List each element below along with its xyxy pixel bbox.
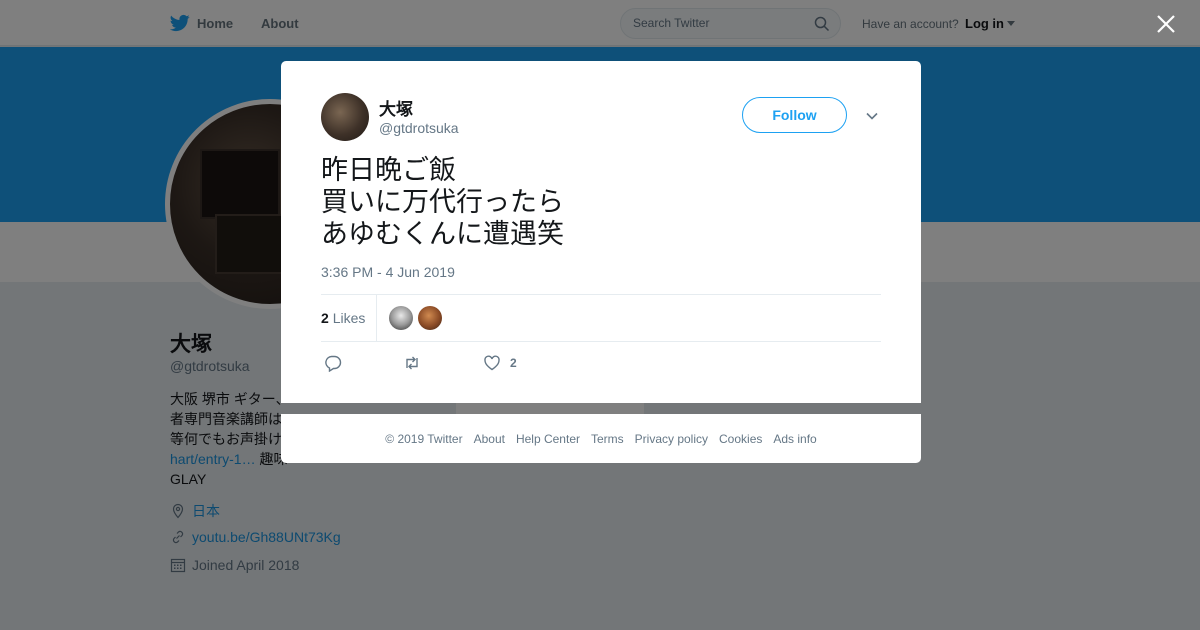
tweet-text: 昨日晩ご飯 買いに万代行ったら あゆむくんに遭遇笑: [321, 155, 564, 249]
footer-link-ads-info[interactable]: Ads info: [773, 432, 816, 446]
tweet-modal: 大塚 @gtdrotsuka Follow 昨日晩ご飯 買いに万代行ったら あゆ…: [281, 61, 921, 403]
footer-link-cookies[interactable]: Cookies: [719, 432, 762, 446]
footer-copyright: © 2019 Twitter: [385, 431, 463, 446]
tweet-author-name[interactable]: 大塚: [379, 95, 413, 120]
modal-footer: © 2019 Twitter About Help Center Terms P…: [281, 414, 921, 463]
close-icon[interactable]: [1155, 13, 1177, 35]
tweet-author-handle[interactable]: @gtdrotsuka: [379, 120, 459, 136]
retweet-icon[interactable]: [403, 354, 421, 372]
reply-icon[interactable]: [324, 354, 342, 372]
footer-link-terms[interactable]: Terms: [591, 432, 624, 446]
footer-link-about[interactable]: About: [474, 432, 505, 446]
chevron-down-icon[interactable]: [865, 109, 879, 123]
likes-count: 2: [321, 310, 329, 326]
heart-icon[interactable]: [483, 354, 501, 372]
tweet-actions: 2: [321, 352, 621, 374]
footer-link-help-center[interactable]: Help Center: [516, 432, 580, 446]
footer-link-privacy[interactable]: Privacy policy: [635, 432, 708, 446]
tweet-stats: 2 Likes: [321, 294, 881, 342]
tweet-author-avatar[interactable]: [321, 93, 369, 141]
stats-divider: [376, 295, 377, 341]
likes-stat[interactable]: 2 Likes: [321, 310, 365, 326]
liker-avatar[interactable]: [418, 306, 442, 330]
tweet-timestamp[interactable]: 3:36 PM - 4 Jun 2019: [321, 264, 455, 280]
follow-button[interactable]: Follow: [742, 97, 847, 133]
action-like-count: 2: [510, 356, 517, 370]
liker-avatar[interactable]: [389, 306, 413, 330]
likes-label: Likes: [332, 310, 366, 326]
